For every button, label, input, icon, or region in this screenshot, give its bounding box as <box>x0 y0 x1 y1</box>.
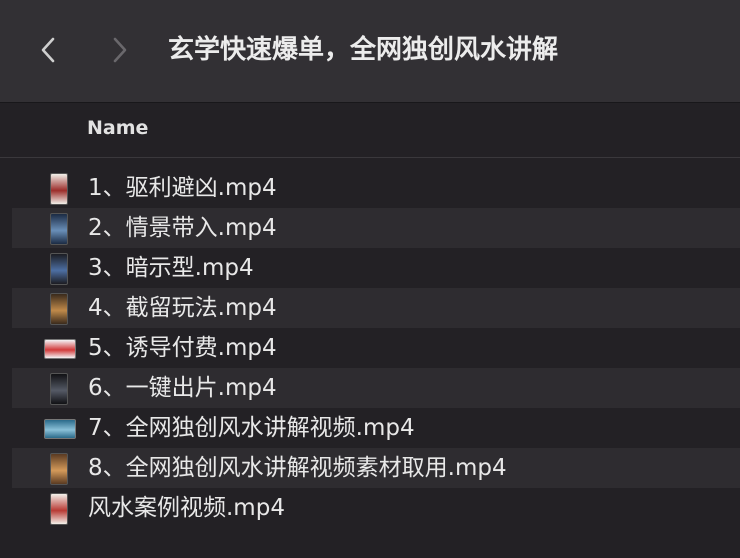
file-row[interactable]: 8、全网独创风水讲解视频素材取用.mp4 <box>12 448 740 488</box>
chevron-right-icon <box>113 37 127 63</box>
video-thumbnail-icon <box>50 213 68 245</box>
video-thumbnail-icon <box>50 293 68 325</box>
file-name: 8、全网独创风水讲解视频素材取用.mp4 <box>88 455 507 481</box>
file-name: 风水案例视频.mp4 <box>88 495 285 521</box>
file-row[interactable]: 7、全网独创风水讲解视频.mp4 <box>12 408 740 448</box>
file-row[interactable]: 5、诱导付费.mp4 <box>12 328 740 368</box>
column-header: Name <box>0 103 740 158</box>
file-row[interactable]: 3、暗示型.mp4 <box>12 248 740 288</box>
forward-button[interactable] <box>109 33 131 67</box>
file-name: 7、全网独创风水讲解视频.mp4 <box>88 415 415 441</box>
file-name: 5、诱导付费.mp4 <box>88 335 277 361</box>
file-row[interactable]: 4、截留玩法.mp4 <box>12 288 740 328</box>
chevron-left-icon <box>41 37 55 63</box>
video-thumbnail-icon <box>44 419 76 439</box>
file-row[interactable]: 1、驱利避凶.mp4 <box>12 168 740 208</box>
file-name: 3、暗示型.mp4 <box>88 255 254 281</box>
window-toolbar: 玄学快速爆单，全网独创风水讲解 <box>0 0 740 103</box>
video-thumbnail-icon <box>50 373 68 405</box>
video-thumbnail-icon <box>50 493 68 525</box>
video-thumbnail-icon <box>50 173 68 205</box>
file-name: 4、截留玩法.mp4 <box>88 295 277 321</box>
video-thumbnail-icon <box>50 253 68 285</box>
file-row[interactable]: 风水案例视频.mp4 <box>12 488 740 528</box>
file-name: 1、驱利避凶.mp4 <box>88 175 277 201</box>
back-button[interactable] <box>37 33 59 67</box>
window-title: 玄学快速爆单，全网独创风水讲解 <box>168 35 559 65</box>
file-name: 6、一键出片.mp4 <box>88 375 277 401</box>
file-row[interactable]: 2、情景带入.mp4 <box>12 208 740 248</box>
name-column-header[interactable]: Name <box>87 117 148 139</box>
video-thumbnail-icon <box>50 453 68 485</box>
file-name: 2、情景带入.mp4 <box>88 215 277 241</box>
video-thumbnail-icon <box>44 339 76 359</box>
file-row[interactable]: 6、一键出片.mp4 <box>12 368 740 408</box>
